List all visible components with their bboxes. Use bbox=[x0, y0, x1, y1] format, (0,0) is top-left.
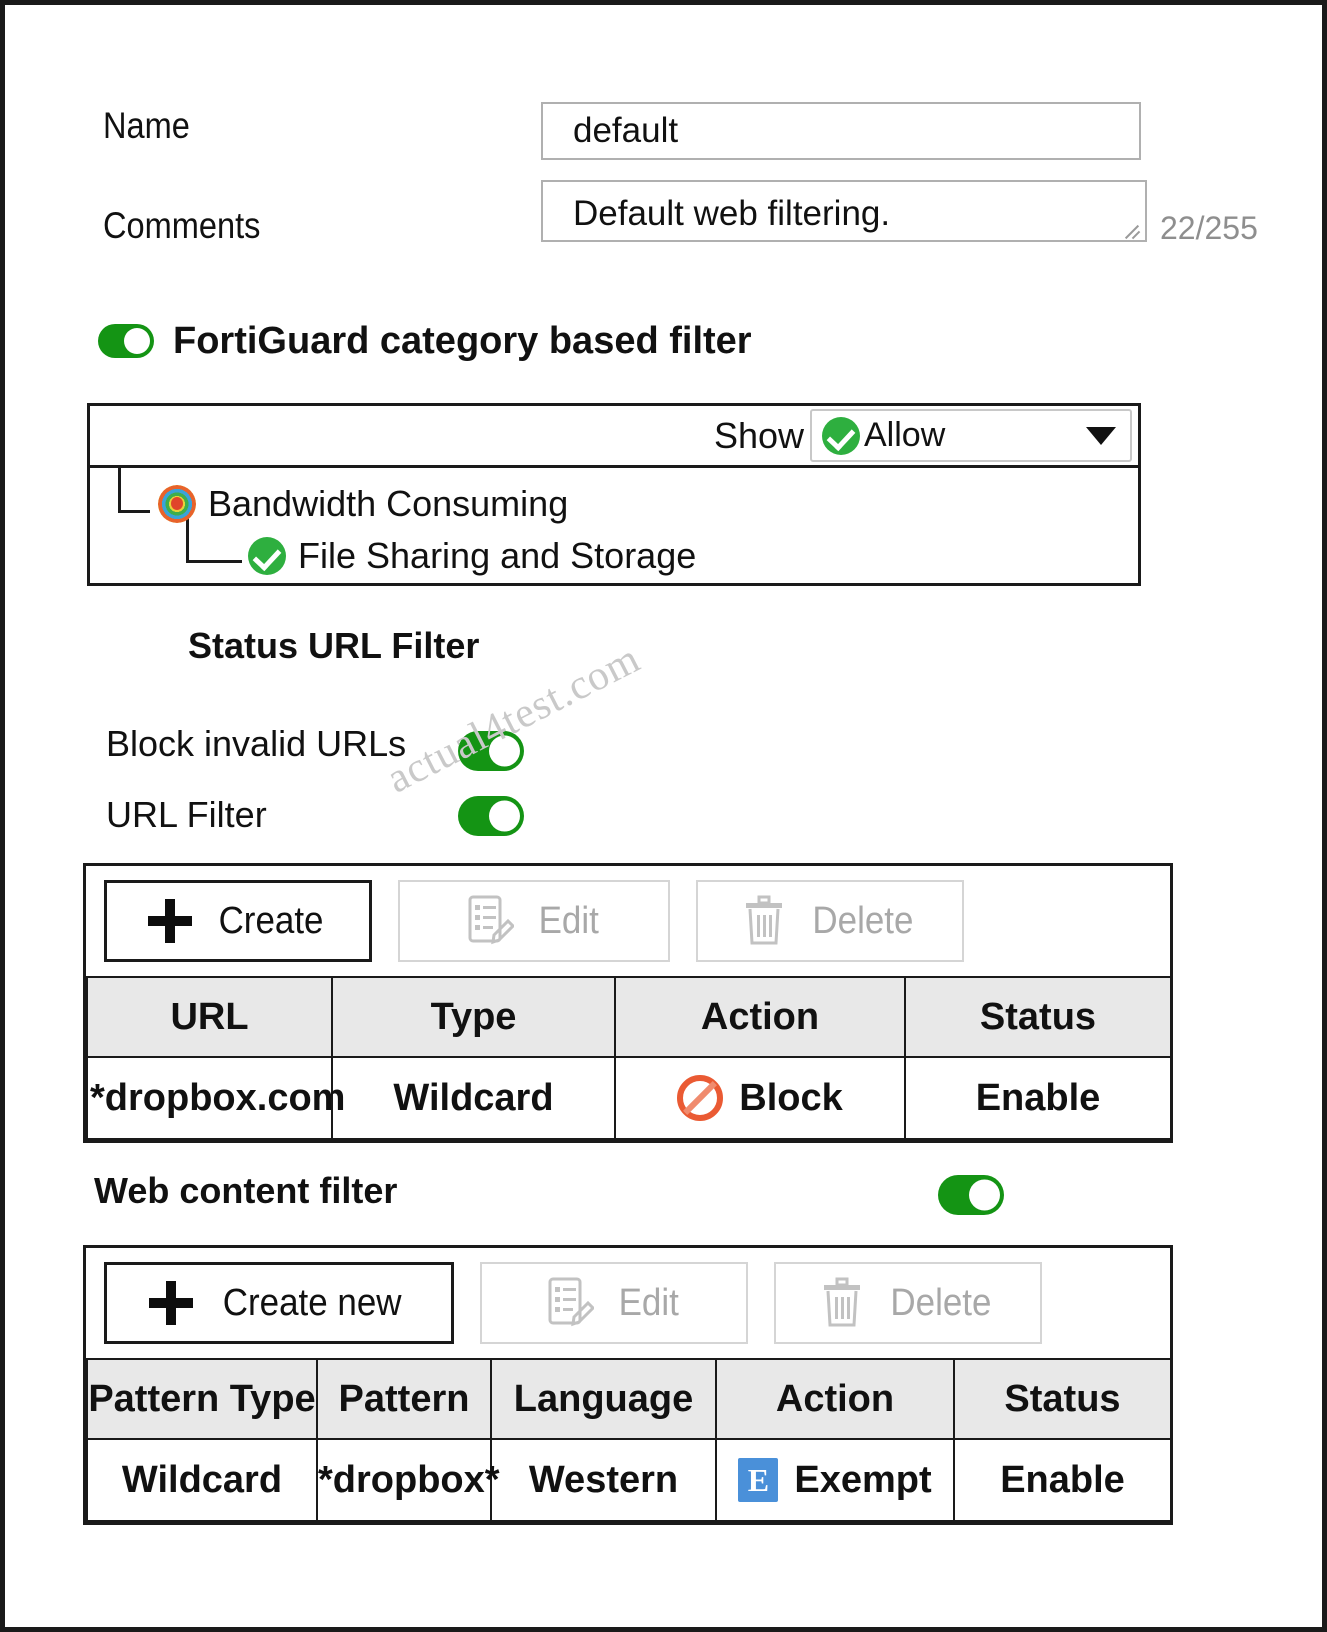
cell-action: Exempt bbox=[715, 1438, 955, 1522]
edit-button-label: Edit bbox=[538, 899, 600, 942]
cell-type: Wildcard bbox=[331, 1056, 616, 1140]
show-filter-value: Allow bbox=[864, 416, 946, 454]
tree-item-file-sharing-and-storage[interactable]: File Sharing and Storage bbox=[90, 530, 1138, 582]
create-new-button-label: Create new bbox=[222, 1281, 402, 1324]
cell-url: *dropbox.com bbox=[86, 1056, 345, 1140]
category-tree: Bandwidth Consuming File Sharing and Sto… bbox=[90, 466, 1138, 596]
textarea-resize-handle[interactable] bbox=[1123, 219, 1141, 237]
block-forbidden-icon bbox=[677, 1075, 724, 1121]
web-content-filter-toggle[interactable] bbox=[938, 1175, 1004, 1220]
column-header-url[interactable]: URL bbox=[86, 976, 333, 1058]
url-filter-panel: Create Edit Delete URL Type Action Statu… bbox=[83, 863, 1173, 1143]
web-content-filter-panel: Create new Edit Delete Pattern Type Patt… bbox=[83, 1245, 1173, 1525]
column-header-type[interactable]: Type bbox=[331, 976, 616, 1058]
toggle-knob bbox=[969, 1179, 1000, 1211]
cell-status: Enable bbox=[953, 1438, 1172, 1522]
check-circle-icon bbox=[822, 416, 860, 455]
column-header-status[interactable]: Status bbox=[953, 1358, 1172, 1440]
toggle-switch[interactable] bbox=[458, 796, 524, 836]
cell-action: Block bbox=[614, 1056, 906, 1140]
category-panel-header: Show Allow bbox=[90, 406, 1138, 468]
column-header-pattern[interactable]: Pattern bbox=[316, 1358, 492, 1440]
cell-pattern-type: Wildcard bbox=[86, 1438, 318, 1522]
fortiguard-category-panel: Show Allow Bandwidth Consuming File Shar… bbox=[87, 403, 1141, 586]
url-filter-toggle[interactable] bbox=[458, 796, 524, 841]
edit-document-icon bbox=[466, 895, 516, 947]
plus-icon bbox=[148, 1281, 193, 1325]
chevron-down-icon[interactable] bbox=[1086, 426, 1116, 445]
create-new-button[interactable]: Create new bbox=[104, 1262, 454, 1344]
toggle-switch[interactable] bbox=[98, 324, 154, 358]
cell-url-text: *dropbox.com bbox=[90, 1076, 346, 1119]
cell-action-text: Exempt bbox=[794, 1458, 932, 1501]
status-url-filter-title: Status URL Filter bbox=[188, 625, 480, 666]
table-header-row: URL Type Action Status bbox=[86, 976, 1172, 1058]
trash-icon bbox=[820, 1277, 864, 1329]
url-filter-table: URL Type Action Status *dropbox.com Wild… bbox=[86, 976, 1172, 1140]
delete-button[interactable]: Delete bbox=[774, 1262, 1042, 1344]
cell-action-text: Block bbox=[739, 1076, 843, 1119]
fortiguard-category-icon bbox=[158, 485, 196, 523]
tree-item-label: File Sharing and Storage bbox=[298, 535, 697, 576]
name-row: Name bbox=[103, 105, 202, 147]
create-button[interactable]: Create bbox=[104, 880, 372, 962]
column-header-status[interactable]: Status bbox=[904, 976, 1172, 1058]
name-input[interactable]: default bbox=[541, 102, 1141, 160]
edit-button[interactable]: Edit bbox=[480, 1262, 748, 1344]
comments-textarea-value: Default web filtering. bbox=[573, 194, 891, 233]
check-circle-icon bbox=[248, 537, 286, 575]
toggle-knob bbox=[124, 328, 150, 354]
toggle-switch[interactable] bbox=[458, 731, 524, 771]
table-row[interactable]: *dropbox.com Wildcard Block Enable bbox=[86, 1056, 1172, 1140]
name-input-value: default bbox=[573, 111, 679, 150]
fortiguard-category-filter-label: FortiGuard category based filter bbox=[173, 320, 752, 362]
fortiguard-category-filter-toggle[interactable] bbox=[98, 324, 154, 363]
cell-pattern: *dropbox* bbox=[316, 1438, 500, 1522]
comments-char-counter: 22/255 bbox=[1160, 210, 1258, 246]
delete-button-label: Delete bbox=[812, 899, 914, 942]
table-header-row: Pattern Type Pattern Language Action Sta… bbox=[86, 1358, 1172, 1440]
delete-button-label: Delete bbox=[890, 1281, 992, 1324]
exempt-e-icon bbox=[738, 1458, 779, 1502]
edit-document-icon bbox=[546, 1277, 596, 1329]
comments-row: Comments bbox=[103, 205, 282, 247]
column-header-action[interactable]: Action bbox=[614, 976, 906, 1058]
block-invalid-urls-toggle[interactable] bbox=[458, 731, 524, 776]
cell-status: Enable bbox=[904, 1056, 1172, 1140]
create-button-label: Create bbox=[218, 899, 324, 942]
edit-button-label: Edit bbox=[618, 1281, 680, 1324]
web-content-filter-toolbar: Create new Edit Delete bbox=[86, 1248, 1170, 1358]
show-filter-select[interactable]: Allow bbox=[810, 409, 1132, 462]
toggle-switch[interactable] bbox=[938, 1175, 1004, 1215]
edit-button[interactable]: Edit bbox=[398, 880, 670, 962]
web-filter-profile-page: Name default Comments Default web filter… bbox=[0, 0, 1327, 1632]
name-label: Name bbox=[103, 105, 190, 146]
web-content-filter-table: Pattern Type Pattern Language Action Sta… bbox=[86, 1358, 1172, 1522]
comments-label: Comments bbox=[103, 205, 261, 246]
show-label: Show bbox=[713, 414, 804, 456]
column-header-action[interactable]: Action bbox=[715, 1358, 955, 1440]
table-row[interactable]: Wildcard *dropbox* Western Exempt Enable bbox=[86, 1438, 1172, 1522]
comments-textarea[interactable]: Default web filtering. bbox=[541, 180, 1147, 242]
tree-item-label: Bandwidth Consuming bbox=[208, 483, 569, 524]
url-filter-toolbar: Create Edit Delete bbox=[86, 866, 1170, 976]
column-header-language[interactable]: Language bbox=[490, 1358, 717, 1440]
block-invalid-urls-label: Block invalid URLs bbox=[106, 723, 407, 764]
web-content-filter-title: Web content filter bbox=[94, 1170, 398, 1211]
url-filter-label: URL Filter bbox=[106, 794, 267, 835]
column-header-pattern-type[interactable]: Pattern Type bbox=[86, 1358, 318, 1440]
toggle-knob bbox=[489, 735, 520, 767]
delete-button[interactable]: Delete bbox=[696, 880, 964, 962]
toggle-knob bbox=[489, 800, 520, 832]
tree-item-bandwidth-consuming[interactable]: Bandwidth Consuming bbox=[90, 478, 1138, 530]
cell-language: Western bbox=[490, 1438, 717, 1522]
trash-icon bbox=[742, 895, 786, 947]
plus-icon bbox=[147, 899, 192, 943]
